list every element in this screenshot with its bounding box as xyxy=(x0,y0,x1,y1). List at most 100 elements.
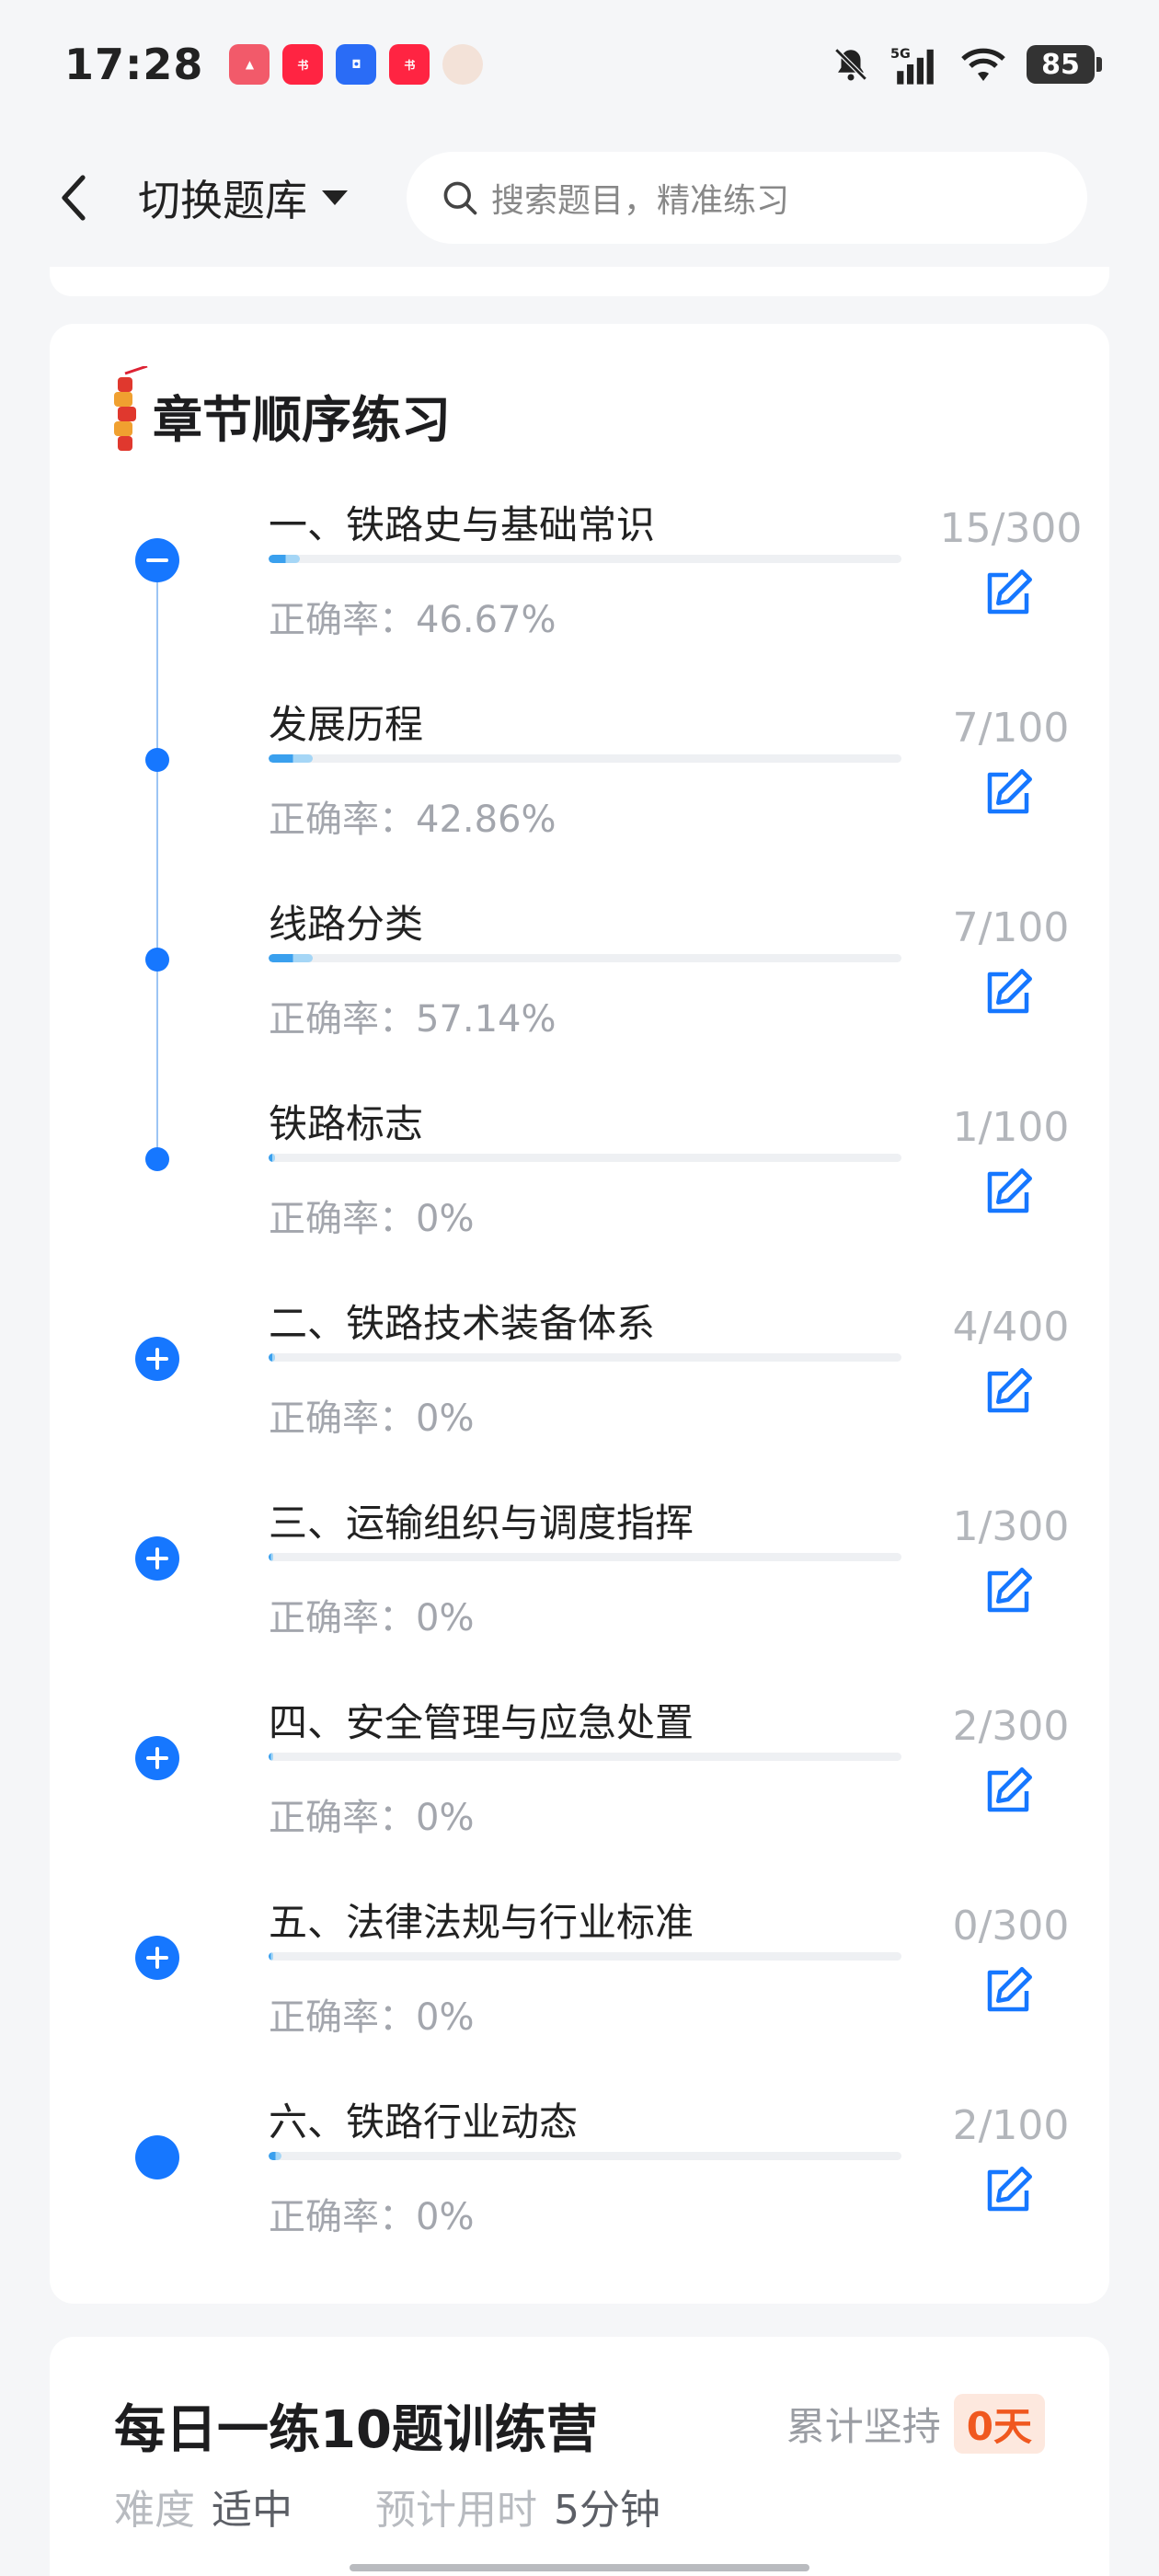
difficulty-value: 适中 xyxy=(212,2487,293,2534)
expand-icon[interactable] xyxy=(135,1936,179,1980)
chapter-dot-icon[interactable] xyxy=(135,2135,179,2179)
chapter-accuracy: 正确率：0% xyxy=(269,1797,475,1839)
chapter-count: 7/100 xyxy=(952,904,1070,951)
chapter-accuracy: 正确率：0% xyxy=(269,1996,475,2039)
edit-icon[interactable] xyxy=(981,1364,1036,1420)
progress-fill xyxy=(269,555,301,563)
chapter-row[interactable]: 铁路标志正确率：0% 1/100 xyxy=(50,1093,1109,1293)
daily-meta: 难度 适中 预计用时 5分钟 xyxy=(114,2477,660,2536)
edit-icon[interactable] xyxy=(981,965,1036,1020)
wifi-icon xyxy=(961,48,1005,81)
edit-icon[interactable] xyxy=(981,566,1036,621)
chapter-count: 4/400 xyxy=(952,1304,1070,1351)
expand-icon[interactable] xyxy=(135,1736,179,1780)
chapter-row[interactable]: 一、铁路史与基础常识 正确率：46.67% 15/300 xyxy=(50,494,1109,694)
progress-bar xyxy=(269,1952,901,1961)
status-bar: 17:28 ▲ 书 ◘ 书 5G 85 xyxy=(0,0,1159,129)
edit-icon[interactable] xyxy=(981,2163,1036,2218)
caret-down-icon xyxy=(322,190,348,205)
expand-icon[interactable] xyxy=(135,1337,179,1381)
progress-fill xyxy=(269,954,314,962)
xiaohongshu-icon: 书 xyxy=(282,44,324,85)
progress-bar xyxy=(269,1154,901,1162)
chapter-row[interactable]: 三、运输组织与调度指挥 正确率：0% 1/300 xyxy=(50,1492,1109,1692)
collapse-icon[interactable] xyxy=(135,538,179,582)
chapter-row[interactable]: 五、法律法规与行业标准 正确率：0% 0/300 xyxy=(50,1892,1109,2091)
app-red-triangle-icon: ▲ xyxy=(229,44,270,85)
persist-streak: 累计坚持 0天 xyxy=(786,2394,1045,2454)
home-indicator[interactable] xyxy=(350,2564,809,2571)
notification-icons: ▲ 书 ◘ 书 xyxy=(229,44,484,85)
chapter-title: 铁路标志 xyxy=(269,1101,424,1146)
search-placeholder: 搜索题目，精准练习 xyxy=(491,182,790,220)
top-nav: 切换题库 搜索题目，精准练习 xyxy=(0,129,1159,267)
progress-bar xyxy=(269,555,901,563)
edit-icon[interactable] xyxy=(981,1564,1036,1619)
search-input[interactable]: 搜索题目，精准练习 xyxy=(407,152,1087,244)
chapter-title: 四、安全管理与应急处置 xyxy=(269,1700,694,1745)
xiaohongshu-icon-2: 书 xyxy=(389,44,430,85)
progress-fill xyxy=(269,1753,274,1761)
chapter-accuracy: 正确率：0% xyxy=(269,2196,475,2238)
progress-fill xyxy=(269,1952,274,1961)
progress-bar xyxy=(269,1553,901,1561)
firecracker-icon xyxy=(114,366,148,451)
timeline-dot xyxy=(145,748,169,772)
progress-bar xyxy=(269,2152,901,2160)
edit-icon[interactable] xyxy=(981,765,1036,821)
daily-practice-card[interactable]: 每日一练10题训练营 累计坚持 0天 难度 适中 预计用时 5分钟 xyxy=(50,2337,1109,2576)
daily-title: 每日一练10题训练营 xyxy=(114,2400,598,2460)
chapter-accuracy: 正确率：0% xyxy=(269,1397,475,1440)
search-icon xyxy=(443,181,477,215)
chapter-title: 六、铁路行业动态 xyxy=(269,2099,579,2145)
battery-indicator: 85 xyxy=(1027,45,1102,84)
chapter-count: 2/100 xyxy=(952,2102,1070,2149)
persist-label: 累计坚持 xyxy=(786,2404,941,2449)
chapter-row[interactable]: 线路分类 正确率：57.14% 7/100 xyxy=(50,893,1109,1093)
avatar-icon xyxy=(442,44,484,85)
chapter-count: 1/100 xyxy=(952,1104,1070,1151)
chevron-left-icon xyxy=(62,175,86,221)
progress-fill xyxy=(269,2152,281,2160)
status-time: 17:28 xyxy=(64,40,204,89)
svg-text:5G: 5G xyxy=(890,47,911,62)
progress-fill xyxy=(269,1553,274,1561)
chapter-count: 1/300 xyxy=(952,1503,1070,1550)
chapter-row[interactable]: 六、铁路行业动态正确率：0% 2/100 xyxy=(50,2091,1109,2291)
progress-fill xyxy=(269,1353,275,1362)
chapter-row[interactable]: 发展历程 正确率：42.86% 7/100 xyxy=(50,694,1109,893)
chapter-count: 2/300 xyxy=(952,1703,1070,1750)
expand-icon[interactable] xyxy=(135,1536,179,1581)
progress-fill xyxy=(269,754,314,763)
chapter-row[interactable]: 二、铁路技术装备体系 正确率：0% 4/400 xyxy=(50,1293,1109,1492)
chapter-count: 15/300 xyxy=(939,505,1083,552)
edit-icon[interactable] xyxy=(981,1165,1036,1220)
previous-card-bottom xyxy=(50,267,1109,296)
signal-5g-icon: 5G xyxy=(890,47,934,85)
progress-bar xyxy=(269,1353,901,1362)
chapter-accuracy: 正确率：0% xyxy=(269,1198,475,1240)
chapter-title: 五、法律法规与行业标准 xyxy=(269,1900,694,1945)
chapter-row[interactable]: 四、安全管理与应急处置 正确率：0% 2/300 xyxy=(50,1692,1109,1892)
chapter-practice-card: 章节顺序练习 一、铁路史与基础常识 正确率：46.67% 15/300 发展历程 正确率… xyxy=(50,324,1109,2304)
time-label: 预计用时 xyxy=(375,2487,537,2534)
edit-icon[interactable] xyxy=(981,1764,1036,1819)
progress-bar xyxy=(269,954,901,962)
mute-bell-icon xyxy=(834,48,867,81)
progress-bar xyxy=(269,1753,901,1761)
status-right: 5G 85 xyxy=(832,44,1102,85)
progress-bar xyxy=(269,754,901,763)
switch-bank-label: 切换题库 xyxy=(138,176,307,225)
chapter-count: 0/300 xyxy=(952,1903,1070,1949)
chapter-title: 线路分类 xyxy=(269,902,424,947)
persist-badge: 0天 xyxy=(953,2394,1045,2454)
chapter-accuracy: 正确率：46.67% xyxy=(269,599,557,641)
blue-app-icon: ◘ xyxy=(336,44,377,85)
progress-fill xyxy=(269,1154,275,1162)
back-button[interactable] xyxy=(46,161,101,235)
difficulty-label: 难度 xyxy=(114,2487,195,2534)
edit-icon[interactable] xyxy=(981,1963,1036,2018)
chapter-title: 一、铁路史与基础常识 xyxy=(269,502,656,547)
chapter-count: 7/100 xyxy=(952,705,1070,752)
switch-bank-button[interactable]: 切换题库 xyxy=(138,167,350,228)
